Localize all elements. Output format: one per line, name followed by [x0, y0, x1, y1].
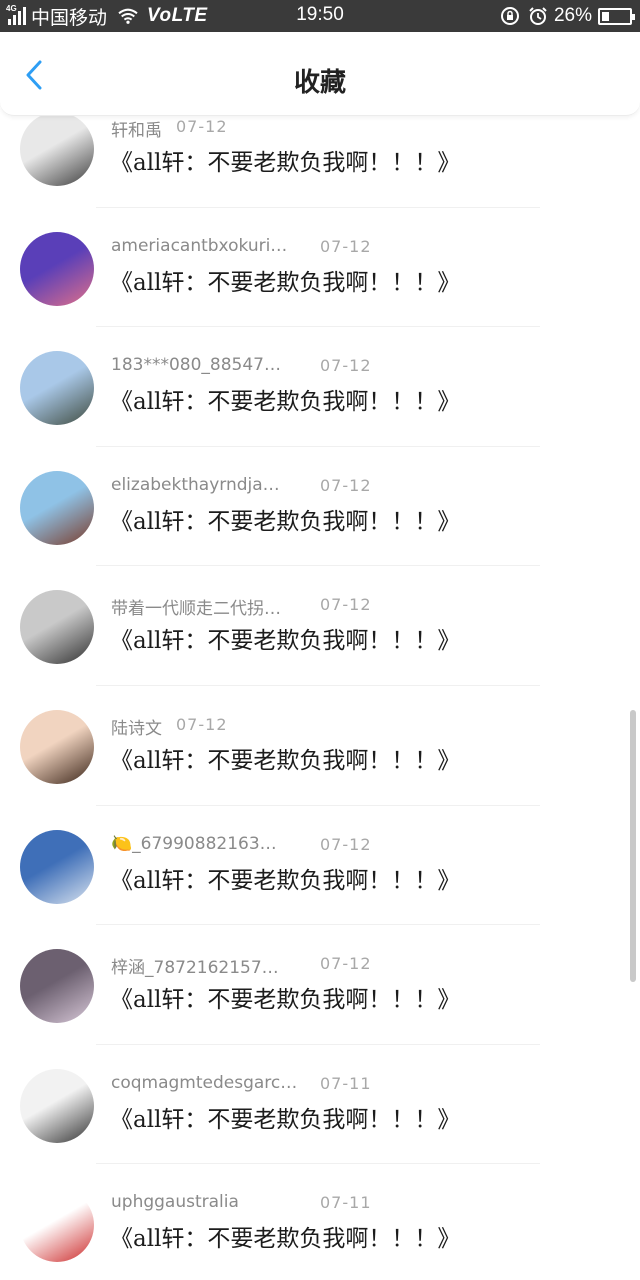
list-item[interactable]: 梓涵_7872162157… 07-12 《all轩：不要老欺负我啊！！！》 — [0, 925, 640, 1045]
item-title[interactable]: 《all轩：不要老欺负我啊！！！》 — [110, 502, 460, 536]
item-date: 07-12 — [320, 475, 372, 495]
status-right: 26% — [500, 4, 635, 28]
item-date: 07-11 — [320, 1073, 372, 1093]
user-name: uphggaustralia — [111, 1192, 239, 1213]
avatar[interactable] — [20, 1188, 94, 1263]
item-title[interactable]: 《all轩：不要老欺负我啊！！！》 — [110, 1100, 460, 1134]
item-title[interactable]: 《all轩：不要老欺负我啊！！！》 — [110, 621, 460, 655]
user-name: elizabekthayrndja… — [111, 474, 280, 495]
header-bar: 收藏 — [0, 32, 640, 116]
favorites-list: 轩和禹 07-12 《all轩：不要老欺负我啊！！！》 ameriacantbxoku… — [0, 88, 640, 1280]
user-name: 陆诗文 — [111, 718, 162, 739]
item-date: 07-12 — [320, 356, 372, 376]
list-item[interactable]: 陆诗文 07-12 《all轩：不要老欺负我啊！！！》 — [0, 686, 640, 806]
item-date: 07-12 — [176, 714, 228, 734]
item-title[interactable]: 《all轩：不要老欺负我啊！！！》 — [110, 263, 460, 297]
avatar[interactable] — [20, 590, 94, 665]
item-date: 07-11 — [320, 1193, 372, 1213]
list-item[interactable]: coqmagmtedesgarc… 07-11 《all轩：不要老欺负我啊！！！》 — [0, 1045, 640, 1165]
user-name: coqmagmtedesgarc… — [111, 1072, 298, 1093]
rotation-lock-icon — [500, 7, 519, 25]
user-name: 🍋_67990882163… — [111, 833, 277, 854]
avatar[interactable] — [20, 112, 94, 186]
avatar[interactable] — [20, 470, 94, 545]
item-date: 07-12 — [320, 834, 372, 854]
item-title[interactable]: 《all轩：不要老欺负我啊！！！》 — [110, 143, 460, 177]
item-title[interactable]: 《all轩：不要老欺负我啊！！！》 — [110, 741, 460, 775]
item-date: 07-12 — [176, 117, 228, 136]
item-title[interactable]: 《all轩：不要老欺负我啊！！！》 — [110, 382, 460, 416]
list-item[interactable]: 🍋_67990882163… 07-12 《all轩：不要老欺负我啊！！！》 — [0, 806, 640, 926]
item-date: 07-12 — [320, 236, 372, 256]
user-name: 183***080_88547… — [111, 355, 281, 376]
item-date: 07-12 — [320, 595, 372, 615]
scrollbar[interactable] — [630, 710, 636, 982]
user-name: 带着一代顺走二代拐… — [111, 599, 281, 620]
user-name: 轩和禹 — [111, 121, 162, 141]
status-bar: 4G 中国移动 VoLTE 19:50 26% — [0, 0, 640, 32]
user-name: 梓涵_7872162157… — [111, 958, 279, 979]
item-title[interactable]: 《all轩：不要老欺负我啊！！！》 — [110, 980, 460, 1014]
list-item[interactable]: elizabekthayrndja… 07-12 《all轩：不要老欺负我啊！！！》 — [0, 447, 640, 567]
avatar[interactable] — [20, 949, 94, 1024]
item-title[interactable]: 《all轩：不要老欺负我啊！！！》 — [110, 861, 460, 895]
list-item[interactable]: 183***080_88547… 07-12 《all轩：不要老欺负我啊！！！》 — [0, 327, 640, 447]
avatar[interactable] — [20, 351, 94, 426]
list-item[interactable]: ameriacantbxokuri… 07-12 《all轩：不要老欺负我啊！！！》 — [0, 208, 640, 328]
user-name: ameriacantbxokuri… — [111, 235, 288, 256]
alarm-icon — [529, 7, 547, 25]
battery-percent: 26% — [553, 5, 592, 26]
page-title: 收藏 — [293, 68, 346, 98]
item-date: 07-12 — [320, 954, 372, 974]
battery-icon — [598, 7, 635, 25]
item-title[interactable]: 《all轩：不要老欺负我啊！！！》 — [110, 1219, 460, 1253]
avatar[interactable] — [20, 709, 94, 784]
avatar[interactable] — [20, 1068, 94, 1143]
list-item[interactable]: 带着一代顺走二代拐… 07-12 《all轩：不要老欺负我啊！！！》 — [0, 566, 640, 686]
avatar[interactable] — [20, 829, 94, 904]
avatar[interactable] — [20, 231, 94, 306]
list-item[interactable]: uphggaustralia 07-11 《all轩：不要老欺负我啊！！！》 — [0, 1164, 640, 1280]
